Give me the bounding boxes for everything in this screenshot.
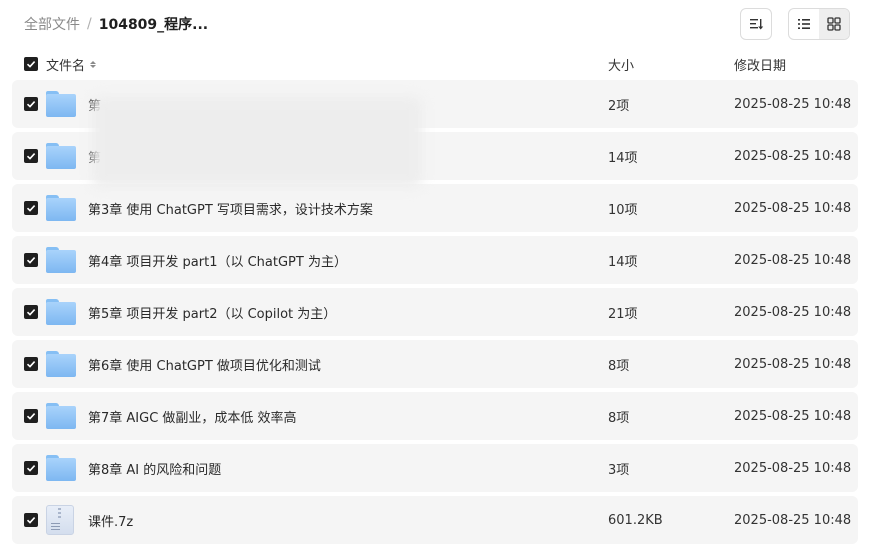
archive-file-icon <box>46 505 74 535</box>
folder-icon <box>46 143 76 169</box>
table-header: 文件名 大小 修改日期 <box>12 50 858 78</box>
check-icon <box>26 257 36 264</box>
file-date: 2025-08-25 10:48 <box>734 408 852 424</box>
file-date: 2025-08-25 10:48 <box>734 252 852 268</box>
table-row[interactable]: 第6章 使用 ChatGPT 做项目优化和测试 8项 2025-08-25 10… <box>12 340 858 388</box>
row-checkbox[interactable] <box>24 305 38 319</box>
check-icon <box>26 517 36 524</box>
file-size: 8项 <box>608 410 630 426</box>
file-size: 2项 <box>608 98 630 114</box>
file-size: 21项 <box>608 306 638 322</box>
breadcrumb-separator: / <box>87 16 92 32</box>
breadcrumb: 全部文件 / 104809_程序... <box>24 14 208 34</box>
file-date: 2025-08-25 10:48 <box>734 148 852 164</box>
file-date: 2025-08-25 10:48 <box>734 304 852 320</box>
file-date: 2025-08-25 10:48 <box>734 200 852 216</box>
file-name[interactable]: 课件.7z <box>88 511 608 530</box>
check-icon <box>26 101 36 108</box>
toolbar <box>740 8 850 40</box>
table-row[interactable]: 第8章 AI 的风险和问题 3项 2025-08-25 10:48 <box>12 444 858 492</box>
table-row[interactable]: 第5章 项目开发 part2（以 Copilot 为主） 21项 2025-08… <box>12 288 858 336</box>
table-row[interactable]: 第3章 使用 ChatGPT 写项目需求，设计技术方案 10项 2025-08-… <box>12 184 858 232</box>
file-size: 14项 <box>608 150 638 166</box>
file-date: 2025-08-25 10:48 <box>734 460 852 476</box>
check-icon <box>26 205 36 212</box>
list-view-icon <box>798 19 810 29</box>
folder-icon <box>46 247 76 273</box>
file-name[interactable]: 第3章 使用 ChatGPT 写项目需求，设计技术方案 <box>88 199 608 218</box>
row-checkbox[interactable] <box>24 409 38 423</box>
file-size: 10项 <box>608 202 638 218</box>
row-checkbox[interactable] <box>24 461 38 475</box>
file-size: 14项 <box>608 254 638 270</box>
folder-icon <box>46 91 76 117</box>
date-column-header: 修改日期 <box>734 58 787 74</box>
row-checkbox[interactable] <box>24 513 38 527</box>
folder-icon <box>46 455 76 481</box>
folder-icon <box>46 403 76 429</box>
table-row[interactable]: 第7章 AIGC 做副业，成本低 效率高 8项 2025-08-25 10:48 <box>12 392 858 440</box>
table-row[interactable]: 课件.7z 601.2KB 2025-08-25 10:48 <box>12 496 858 544</box>
redaction-blur <box>92 97 422 187</box>
file-name[interactable]: 第5章 项目开发 part2（以 Copilot 为主） <box>88 303 608 322</box>
file-name[interactable]: 第7章 AIGC 做副业，成本低 效率高 <box>88 407 608 426</box>
breadcrumb-current: 104809_程序... <box>98 17 209 33</box>
file-name[interactable]: 第6章 使用 ChatGPT 做项目优化和测试 <box>88 355 608 374</box>
row-checkbox[interactable] <box>24 149 38 163</box>
file-date: 2025-08-25 10:48 <box>734 96 852 112</box>
name-column-label: 文件名 <box>46 58 86 74</box>
check-icon <box>26 465 36 472</box>
file-size: 8项 <box>608 358 630 374</box>
file-date: 2025-08-25 10:48 <box>734 356 852 372</box>
grid-view-button[interactable] <box>819 9 849 39</box>
breadcrumb-root-link[interactable]: 全部文件 <box>24 14 80 34</box>
row-checkbox[interactable] <box>24 357 38 371</box>
check-icon <box>26 61 36 68</box>
table-row[interactable]: 第4章 项目开发 part1（以 ChatGPT 为主） 14项 2025-08… <box>12 236 858 284</box>
grid-view-icon <box>827 17 841 31</box>
file-size: 3项 <box>608 462 630 478</box>
sort-arrows-icon[interactable] <box>90 60 97 68</box>
check-icon <box>26 153 36 160</box>
folder-icon <box>46 195 76 221</box>
file-date: 2025-08-25 10:48 <box>734 512 852 528</box>
view-switch <box>788 8 850 40</box>
file-name[interactable]: 第4章 项目开发 part1（以 ChatGPT 为主） <box>88 251 608 270</box>
folder-icon <box>46 299 76 325</box>
row-checkbox[interactable] <box>24 201 38 215</box>
check-icon <box>26 309 36 316</box>
row-checkbox[interactable] <box>24 253 38 267</box>
check-icon <box>26 413 36 420</box>
folder-icon <box>46 351 76 377</box>
file-size: 601.2KB <box>608 512 663 528</box>
select-all-checkbox[interactable] <box>24 57 38 71</box>
size-column-header: 大小 <box>608 58 635 74</box>
check-icon <box>26 361 36 368</box>
sort-icon <box>750 19 764 30</box>
name-column-header[interactable]: 文件名 <box>46 55 608 74</box>
sort-button[interactable] <box>740 8 772 40</box>
file-name[interactable]: 第8章 AI 的风险和问题 <box>88 459 608 478</box>
row-checkbox[interactable] <box>24 97 38 111</box>
list-view-button[interactable] <box>789 9 819 39</box>
